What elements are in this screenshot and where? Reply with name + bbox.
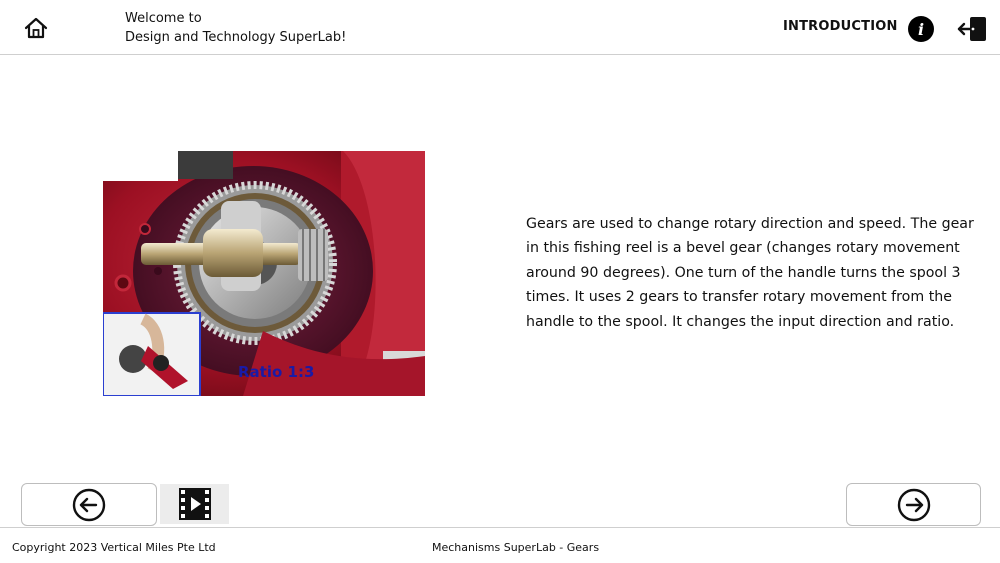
video-button[interactable] bbox=[160, 484, 229, 524]
arrow-left-circle-icon bbox=[72, 488, 106, 521]
description-text: Gears are used to change rotary directio… bbox=[526, 216, 974, 330]
video-film-icon bbox=[178, 488, 211, 520]
copyright-text: Copyright 2023 Vertical Miles Pte Ltd bbox=[12, 541, 216, 554]
gear-ratio-label: Ratio 1:3 bbox=[238, 363, 315, 381]
welcome-line-1: Welcome to bbox=[125, 11, 202, 26]
lab-name-text: Mechanisms SuperLab - Gears bbox=[432, 541, 600, 554]
exit-button[interactable] bbox=[956, 14, 988, 44]
reel-illustration bbox=[103, 151, 425, 396]
fishing-reel-gear-image bbox=[103, 151, 425, 396]
section-title: INTRODUCTION bbox=[783, 19, 898, 34]
arrow-right-circle-icon bbox=[897, 488, 930, 521]
info-icon: i bbox=[917, 19, 925, 39]
home-icon bbox=[24, 17, 48, 39]
home-button[interactable] bbox=[20, 12, 52, 44]
top-bar: Welcome to Design and Technology SuperLa… bbox=[0, 0, 1000, 55]
footer: Copyright 2023 Vertical Miles Pte Ltd Me… bbox=[0, 527, 1000, 563]
previous-button[interactable] bbox=[21, 483, 157, 526]
welcome-text: Welcome to Design and Technology SuperLa… bbox=[125, 9, 346, 47]
exit-icon bbox=[957, 17, 986, 41]
info-button[interactable]: i bbox=[908, 16, 934, 42]
next-button[interactable] bbox=[846, 483, 981, 526]
welcome-line-2: Design and Technology SuperLab! bbox=[125, 30, 347, 45]
